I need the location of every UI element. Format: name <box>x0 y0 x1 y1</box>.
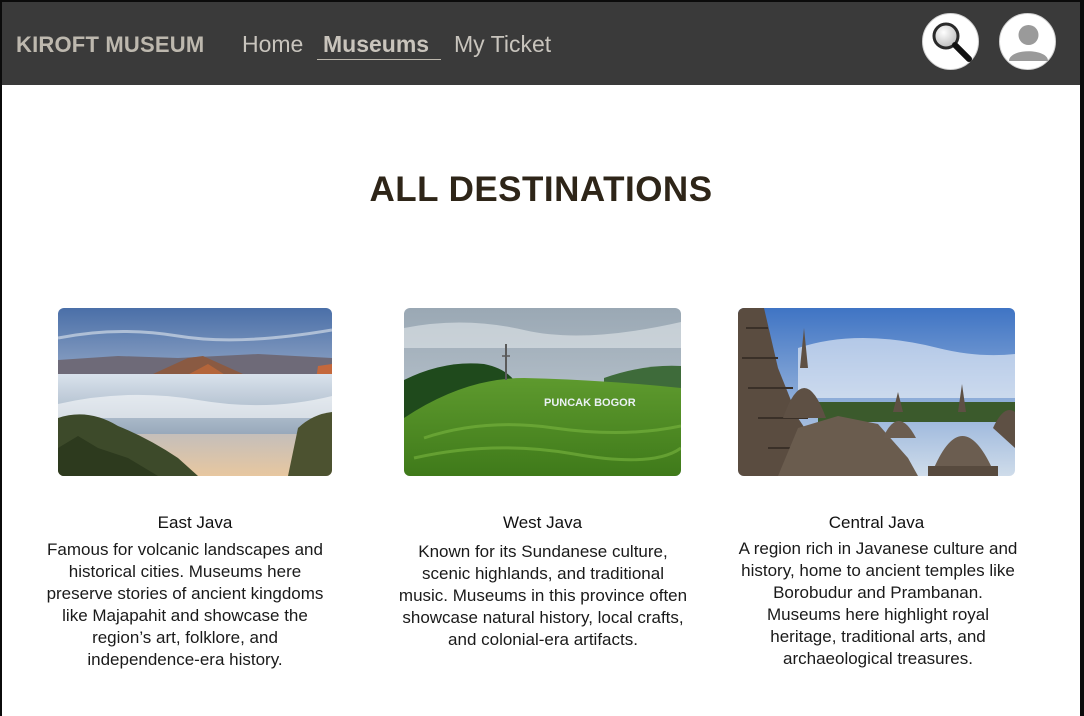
east-java-image[interactable] <box>58 308 332 476</box>
nav-home-link[interactable]: Home <box>242 31 303 58</box>
search-button[interactable] <box>922 13 979 70</box>
page-title: ALL DESTINATIONS <box>369 170 713 209</box>
brand-logo[interactable]: KIROFT MUSEUM <box>16 32 204 58</box>
volcano-landscape-photo <box>58 308 332 476</box>
central-java-title[interactable]: Central Java <box>738 513 1015 533</box>
west-java-description: Known for its Sundanese culture, scenic … <box>398 542 688 649</box>
navbar: KIROFT MUSEUM Home Museums My Ticket <box>2 2 1080 85</box>
puncak-bogor-sign: PUNCAK BOGOR <box>544 397 636 409</box>
west-java-title[interactable]: West Java <box>404 513 681 533</box>
temple-stupas-photo <box>738 308 1015 476</box>
nav-my-ticket-link[interactable]: My Ticket <box>454 31 551 58</box>
profile-button[interactable] <box>999 13 1056 70</box>
user-avatar-icon <box>1009 25 1048 61</box>
central-java-image[interactable] <box>738 308 1015 476</box>
tea-hills-photo: PUNCAK BOGOR <box>404 308 681 476</box>
page-frame: KIROFT MUSEUM Home Museums My Ticket ALL… <box>2 2 1080 716</box>
east-java-description: Famous for volcanic landscapes and histo… <box>46 540 324 669</box>
east-java-title[interactable]: East Java <box>58 513 332 533</box>
active-nav-underline <box>317 59 441 60</box>
west-java-image[interactable]: PUNCAK BOGOR <box>404 308 681 476</box>
nav-museums-link[interactable]: Museums <box>323 31 429 58</box>
magnifying-glass-icon <box>932 22 972 62</box>
central-java-description: A region rich in Javanese culture and hi… <box>738 539 1018 668</box>
